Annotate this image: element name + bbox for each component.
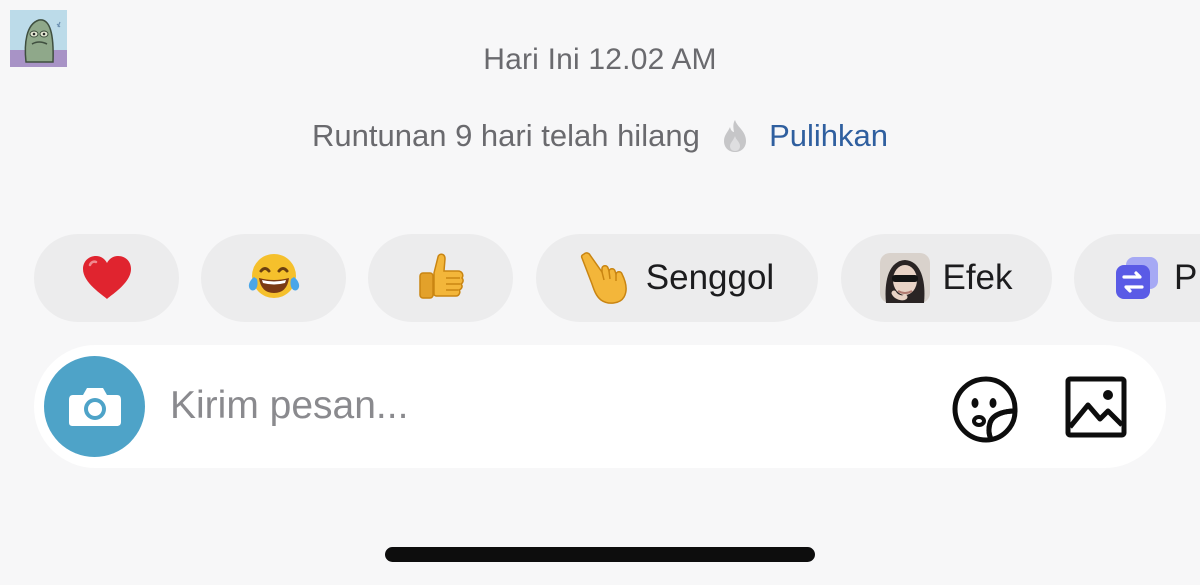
reaction-thumbs-up-button[interactable] [368,234,513,322]
message-timestamp: Hari Ini 12.02 AM [483,43,717,76]
effect-label: Efek [942,258,1013,297]
restore-streak-link[interactable]: Pulihkan [769,118,888,153]
swap-feature-button[interactable]: P [1074,234,1200,322]
thumbs-up-icon [418,253,464,299]
message-input[interactable] [170,381,910,431]
gallery-button[interactable] [1064,375,1128,439]
nudge-label: Senggol [645,258,775,297]
reaction-heart-button[interactable] [34,234,179,322]
sticker-icon [952,376,1018,443]
pointing-hand-icon [580,252,627,304]
sticker-button[interactable] [949,373,1021,445]
laughing-tears-icon [248,254,299,298]
flame-icon [720,118,750,154]
swap-feature-label: P [1174,258,1198,297]
camera-button[interactable] [44,356,145,457]
streak-notice: Runtunan 9 hari telah hilang Pulihkan [0,118,1200,154]
nudge-button[interactable]: Senggol [536,234,818,322]
streak-text: Runtunan 9 hari telah hilang [312,118,700,153]
reaction-laugh-button[interactable] [201,234,346,322]
image-icon [1065,376,1127,438]
message-composer [34,345,1166,468]
effect-button[interactable]: Efek [841,234,1052,322]
swap-app-icon [1116,257,1158,299]
heart-icon [82,256,131,299]
home-indicator[interactable] [385,547,815,562]
camera-icon [68,387,121,426]
effect-avatar-icon [880,253,931,303]
chat-screen: Hari Ini 12.02 AM Runtunan 9 hari telah … [0,0,1200,585]
